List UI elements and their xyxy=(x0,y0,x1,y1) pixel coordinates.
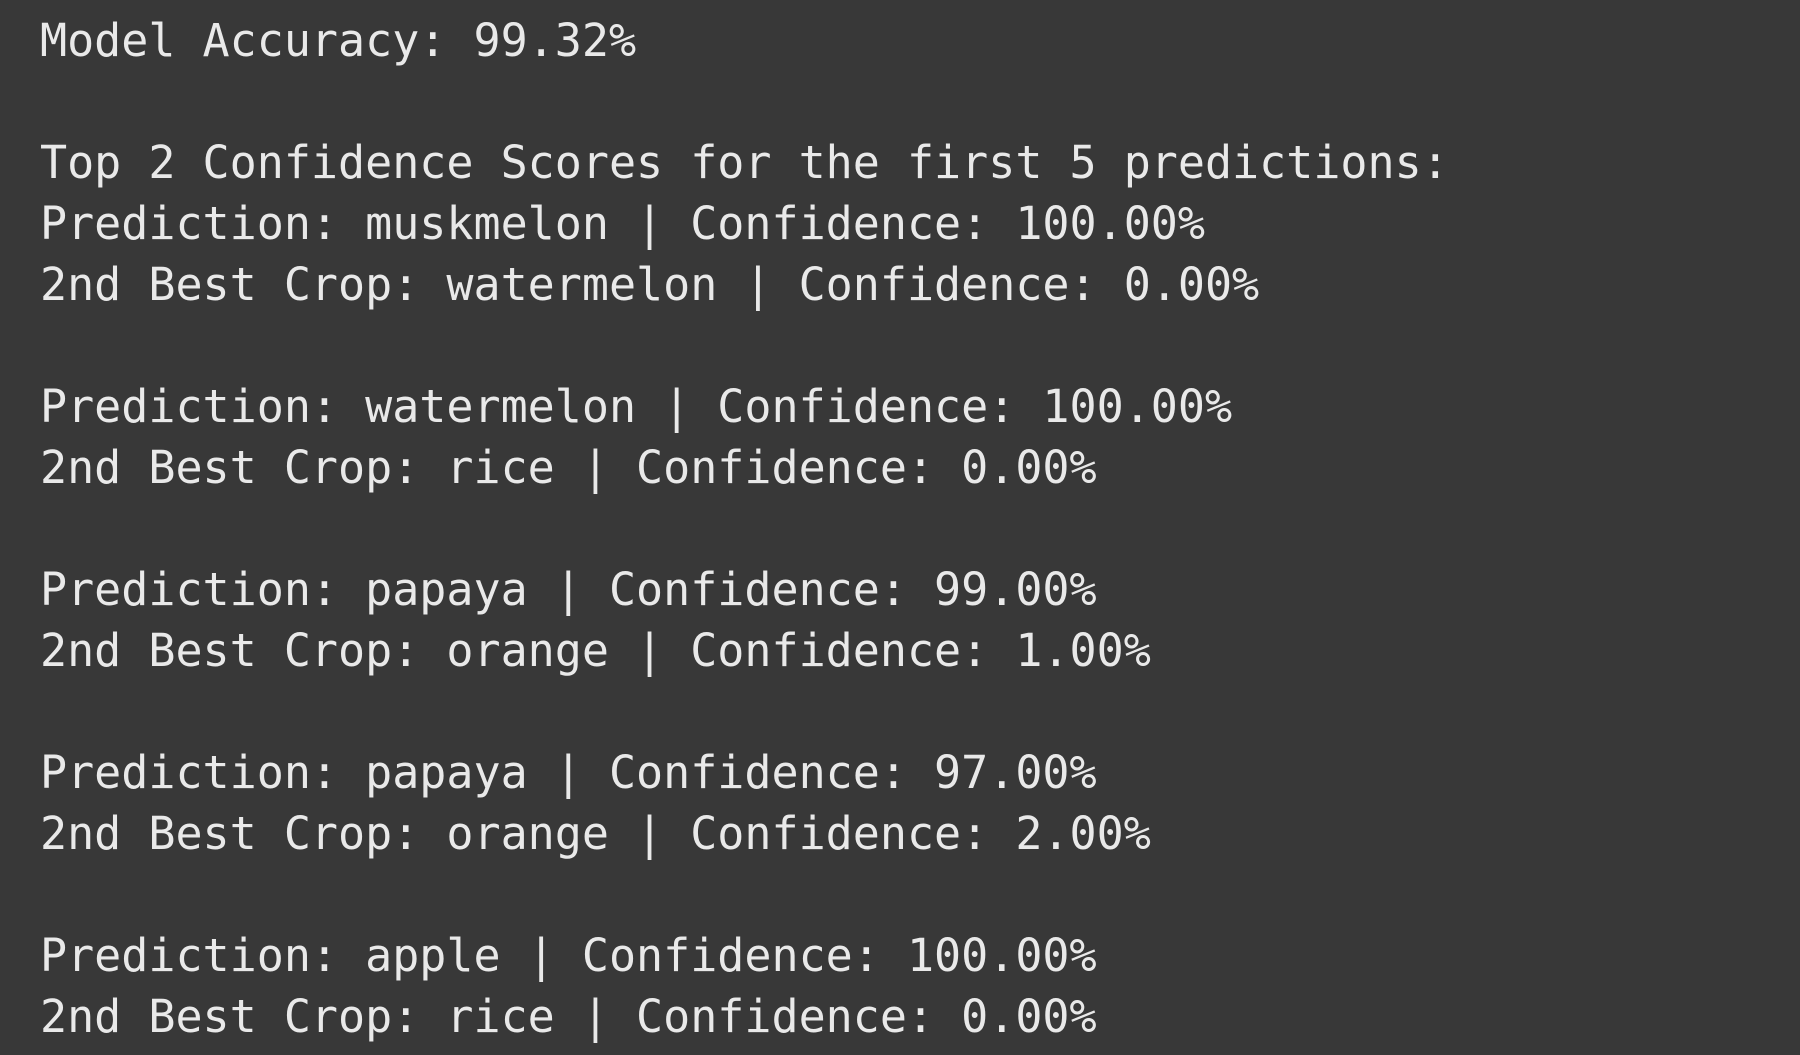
prediction-line: Prediction: watermelon | Confidence: 100… xyxy=(40,380,1233,433)
prediction-line: Prediction: papaya | Confidence: 99.00% xyxy=(40,563,1097,616)
model-accuracy-line: Model Accuracy: 99.32% xyxy=(40,14,637,67)
second-best-line: 2nd Best Crop: watermelon | Confidence: … xyxy=(40,258,1260,311)
confidence-header-line: Top 2 Confidence Scores for the first 5 … xyxy=(40,136,1449,189)
prediction-block: Prediction: watermelon | Confidence: 100… xyxy=(40,376,1800,498)
prediction-block: Prediction: papaya | Confidence: 97.00% … xyxy=(40,742,1800,864)
prediction-block: Prediction: papaya | Confidence: 99.00% … xyxy=(40,559,1800,681)
prediction-line: Prediction: apple | Confidence: 100.00% xyxy=(40,929,1097,982)
second-best-line: 2nd Best Crop: rice | Confidence: 0.00% xyxy=(40,441,1097,494)
prediction-line: Prediction: papaya | Confidence: 97.00% xyxy=(40,746,1097,799)
prediction-block: Prediction: muskmelon | Confidence: 100.… xyxy=(40,193,1800,315)
second-best-line: 2nd Best Crop: orange | Confidence: 1.00… xyxy=(40,624,1151,677)
prediction-block: Prediction: apple | Confidence: 100.00% … xyxy=(40,925,1800,1047)
second-best-line: 2nd Best Crop: rice | Confidence: 0.00% xyxy=(40,990,1097,1043)
output-console: Model Accuracy: 99.32% Top 2 Confidence … xyxy=(0,0,1800,1055)
second-best-line: 2nd Best Crop: orange | Confidence: 2.00… xyxy=(40,807,1151,860)
prediction-line: Prediction: muskmelon | Confidence: 100.… xyxy=(40,197,1205,250)
